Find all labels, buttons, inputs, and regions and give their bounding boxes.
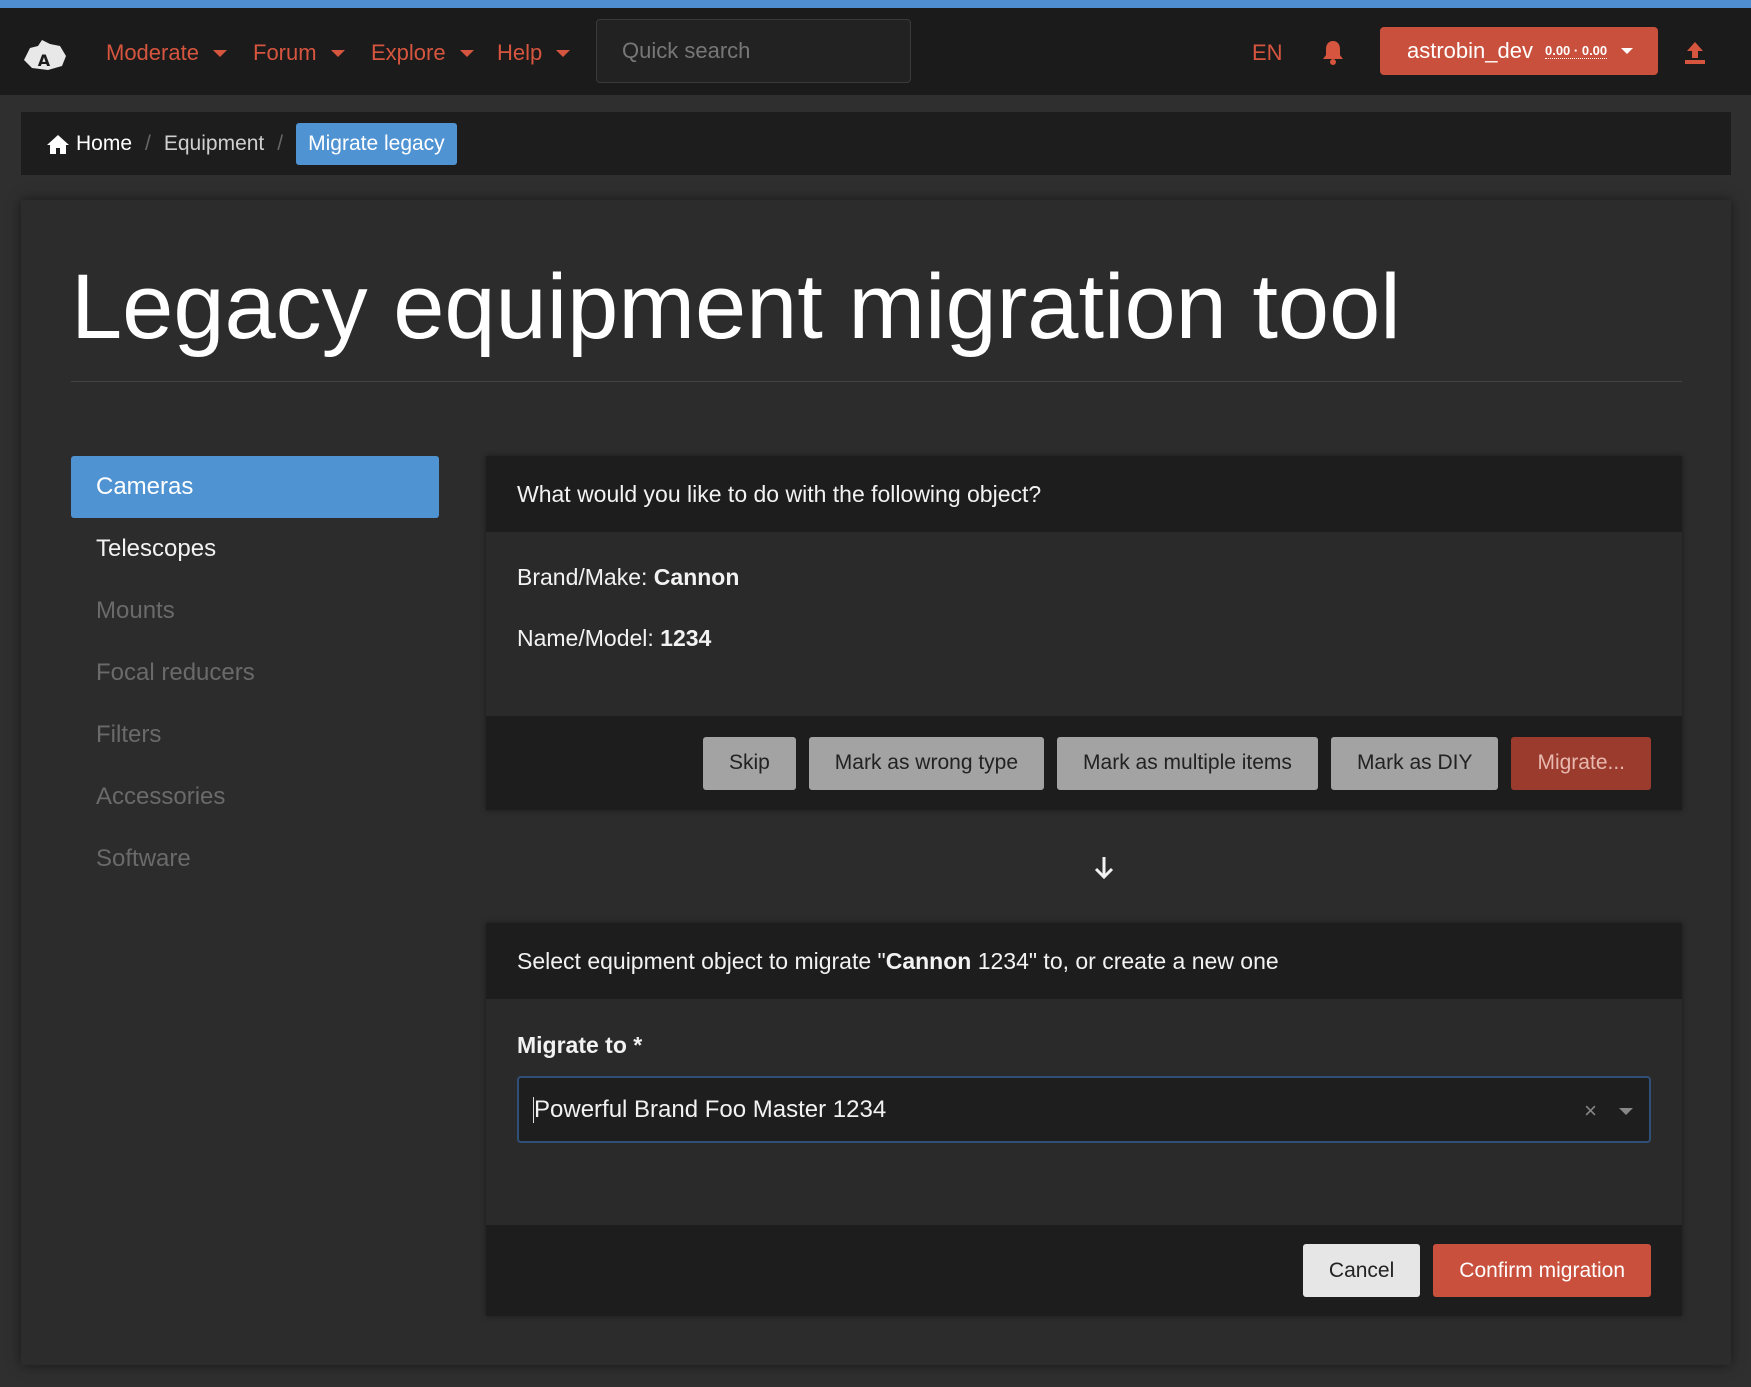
migrate-card: Select equipment object to migrate " Cann… bbox=[486, 923, 1682, 1316]
migrate-header-brand: Cannon bbox=[885, 947, 972, 974]
breadcrumb-separator: / bbox=[277, 131, 284, 155]
mark-diy-button[interactable]: Mark as DIY bbox=[1330, 736, 1499, 790]
mark-multiple-items-button[interactable]: Mark as multiple items bbox=[1057, 736, 1318, 790]
page-title: Legacy equipment migration tool bbox=[71, 256, 1401, 358]
breadcrumb-home[interactable]: Home bbox=[46, 132, 132, 156]
breadcrumb-equipment[interactable]: Equipment bbox=[164, 132, 264, 156]
user-stats: 0.00 · 0.00 bbox=[1544, 43, 1608, 59]
chevron-down-icon bbox=[459, 49, 474, 57]
top-accent-stripe bbox=[0, 0, 1751, 8]
sidenav-item-filters: Filters bbox=[96, 721, 162, 748]
model-label: Name/Model: bbox=[517, 625, 654, 651]
sidenav-item-software: Software bbox=[96, 845, 191, 872]
cancel-button[interactable]: Cancel bbox=[1302, 1244, 1421, 1297]
sidenav-item-mounts: Mounts bbox=[96, 597, 175, 624]
upload-icon[interactable] bbox=[1682, 39, 1708, 67]
migrate-card-header: Select equipment object to migrate " Cann… bbox=[486, 923, 1682, 999]
object-card-body: Brand/Make: Cannon Name/Model: 1234 bbox=[486, 532, 1682, 716]
brand-line: Brand/Make: Cannon bbox=[517, 564, 1651, 591]
main-panel: Legacy equipment migration tool Cameras … bbox=[21, 200, 1731, 1365]
breadcrumb-separator: / bbox=[145, 131, 151, 155]
breadcrumb: Home / Equipment / Migrate legacy bbox=[21, 112, 1731, 175]
sidenav-item-accessories: Accessories bbox=[96, 783, 226, 810]
astrobin-logo-icon[interactable]: A bbox=[20, 36, 68, 76]
chevron-down-icon bbox=[556, 49, 571, 57]
migrate-to-select[interactable]: Powerful Brand Foo Master 1234 × bbox=[517, 1076, 1651, 1143]
migrate-button[interactable]: Migrate... bbox=[1511, 736, 1651, 790]
migrate-to-label: Migrate to * bbox=[517, 1032, 643, 1058]
nav-moderate[interactable]: Moderate bbox=[106, 38, 227, 68]
sidenav-item-telescopes[interactable]: Telescopes bbox=[71, 518, 439, 580]
quick-search-input[interactable] bbox=[596, 19, 911, 83]
brand-value: Cannon bbox=[653, 564, 740, 590]
user-menu-button[interactable]: astrobin_dev 0.00 · 0.00 bbox=[1380, 27, 1658, 75]
migrate-header-prefix: Select equipment object to migrate " bbox=[517, 947, 886, 974]
mark-wrong-type-button[interactable]: Mark as wrong type bbox=[808, 736, 1045, 790]
nav-help[interactable]: Help bbox=[497, 38, 571, 68]
nav-moderate-label: Moderate bbox=[106, 40, 199, 65]
sidenav-item-cameras[interactable]: Cameras bbox=[71, 456, 439, 518]
breadcrumb-current: Migrate legacy bbox=[296, 122, 457, 165]
title-divider bbox=[71, 381, 1682, 382]
chevron-down-icon bbox=[212, 49, 227, 57]
model-value: 1234 bbox=[660, 625, 712, 651]
home-icon bbox=[47, 134, 69, 154]
arrow-down-icon bbox=[1094, 857, 1114, 880]
clear-icon[interactable]: × bbox=[1584, 1098, 1597, 1124]
nav-forum[interactable]: Forum bbox=[253, 38, 345, 68]
migrate-card-footer: Cancel Confirm migration bbox=[486, 1225, 1682, 1316]
migrate-header-suffix: " to, or create a new one bbox=[1028, 947, 1279, 974]
migrate-header-model: 1234 bbox=[971, 947, 1029, 974]
breadcrumb-home-label: Home bbox=[76, 131, 133, 155]
nav-help-label: Help bbox=[497, 40, 543, 65]
chevron-down-icon bbox=[330, 49, 345, 57]
chevron-down-icon[interactable] bbox=[1619, 1108, 1633, 1115]
brand-label: Brand/Make: bbox=[517, 564, 648, 590]
object-card: What would you like to do with the follo… bbox=[486, 456, 1682, 810]
confirm-migration-button[interactable]: Confirm migration bbox=[1433, 1244, 1651, 1297]
migrate-to-selected-value: Powerful Brand Foo Master 1234 bbox=[534, 1095, 887, 1123]
skip-button[interactable]: Skip bbox=[702, 736, 796, 790]
model-line: Name/Model: 1234 bbox=[517, 625, 1651, 652]
navbar: A Moderate Forum Explore Help EN astrobi… bbox=[0, 8, 1751, 95]
object-card-header: What would you like to do with the follo… bbox=[486, 456, 1682, 532]
nav-explore-label: Explore bbox=[371, 40, 446, 65]
nav-explore[interactable]: Explore bbox=[371, 38, 474, 68]
bell-icon[interactable] bbox=[1320, 38, 1346, 66]
sidenav-item-focal-reducers: Focal reducers bbox=[96, 659, 255, 686]
nav-forum-label: Forum bbox=[253, 40, 317, 65]
username: astrobin_dev bbox=[1407, 38, 1533, 63]
chevron-down-icon bbox=[1621, 48, 1634, 54]
object-card-footer: Skip Mark as wrong type Mark as multiple… bbox=[486, 716, 1682, 810]
equipment-type-sidenav: Cameras Telescopes Mounts Focal reducers… bbox=[71, 456, 439, 890]
migrate-card-body: Migrate to * Powerful Brand Foo Master 1… bbox=[486, 999, 1682, 1225]
svg-text:A: A bbox=[38, 51, 51, 70]
language-selector[interactable]: EN bbox=[1252, 40, 1283, 66]
